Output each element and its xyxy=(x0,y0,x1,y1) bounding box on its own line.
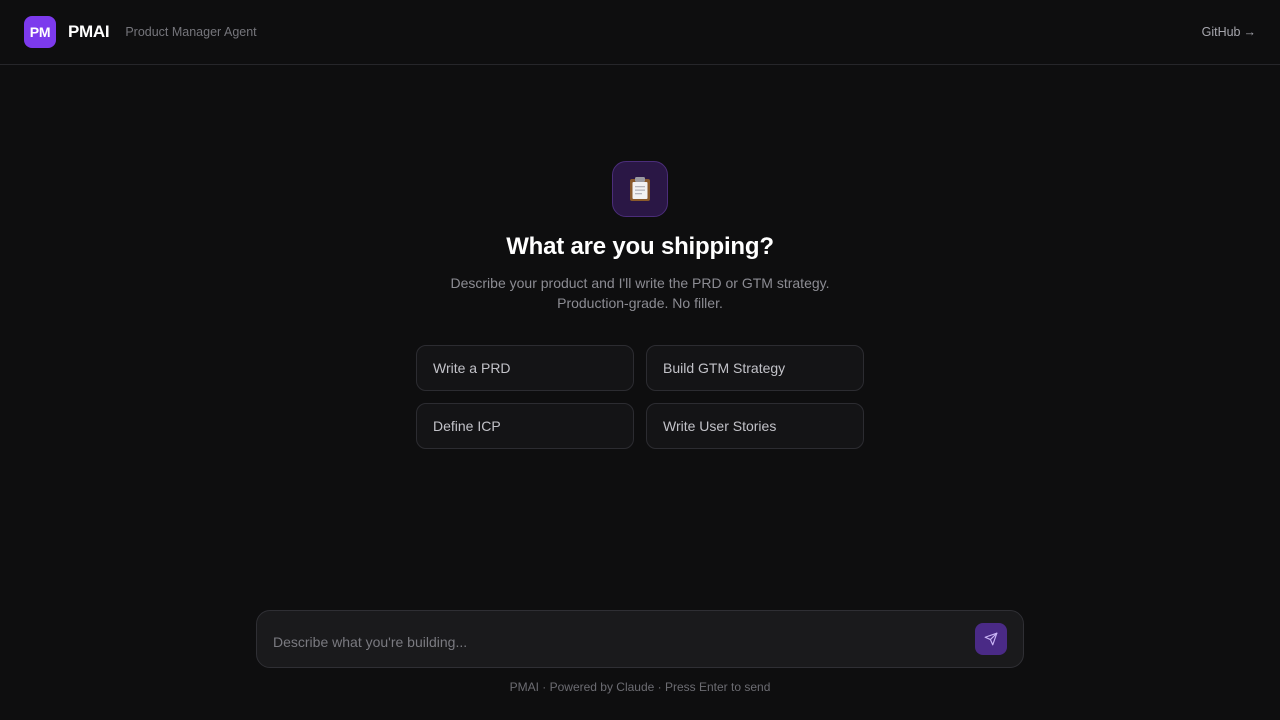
footer-note: PMAI · Powered by Claude · Press Enter t… xyxy=(509,680,771,694)
top-header: PM PMAI Product Manager Agent GitHub → xyxy=(0,0,1280,65)
hero-subtitle: Describe your product and I'll write the… xyxy=(0,273,1280,313)
brand-tagline: Product Manager Agent xyxy=(125,25,257,39)
suggestion-write-user-stories[interactable]: Write User Stories xyxy=(646,403,864,449)
clipboard-icon xyxy=(612,161,668,217)
send-icon xyxy=(984,632,998,646)
suggestion-write-prd[interactable]: Write a PRD xyxy=(416,345,634,391)
logo-badge: PM xyxy=(24,16,56,48)
hero-title: What are you shipping? xyxy=(506,233,774,260)
message-composer xyxy=(256,610,1024,668)
suggestion-grid: Write a PRD Build GTM Strategy Define IC… xyxy=(416,345,864,449)
send-button[interactable] xyxy=(975,623,1007,655)
suggestion-define-icp[interactable]: Define ICP xyxy=(416,403,634,449)
github-link-label: GitHub xyxy=(1201,25,1241,39)
arrow-right-icon: → xyxy=(1243,25,1257,39)
hero-subtitle-line2: Production-grade. No filler. xyxy=(557,295,723,311)
brand-name: PMAI xyxy=(68,22,110,41)
message-input[interactable] xyxy=(273,634,975,650)
github-link[interactable]: GitHub → xyxy=(1202,25,1256,39)
hero-subtitle-line1: Describe your product and I'll write the… xyxy=(450,275,830,291)
suggestion-build-gtm-strategy[interactable]: Build GTM Strategy xyxy=(646,345,864,391)
